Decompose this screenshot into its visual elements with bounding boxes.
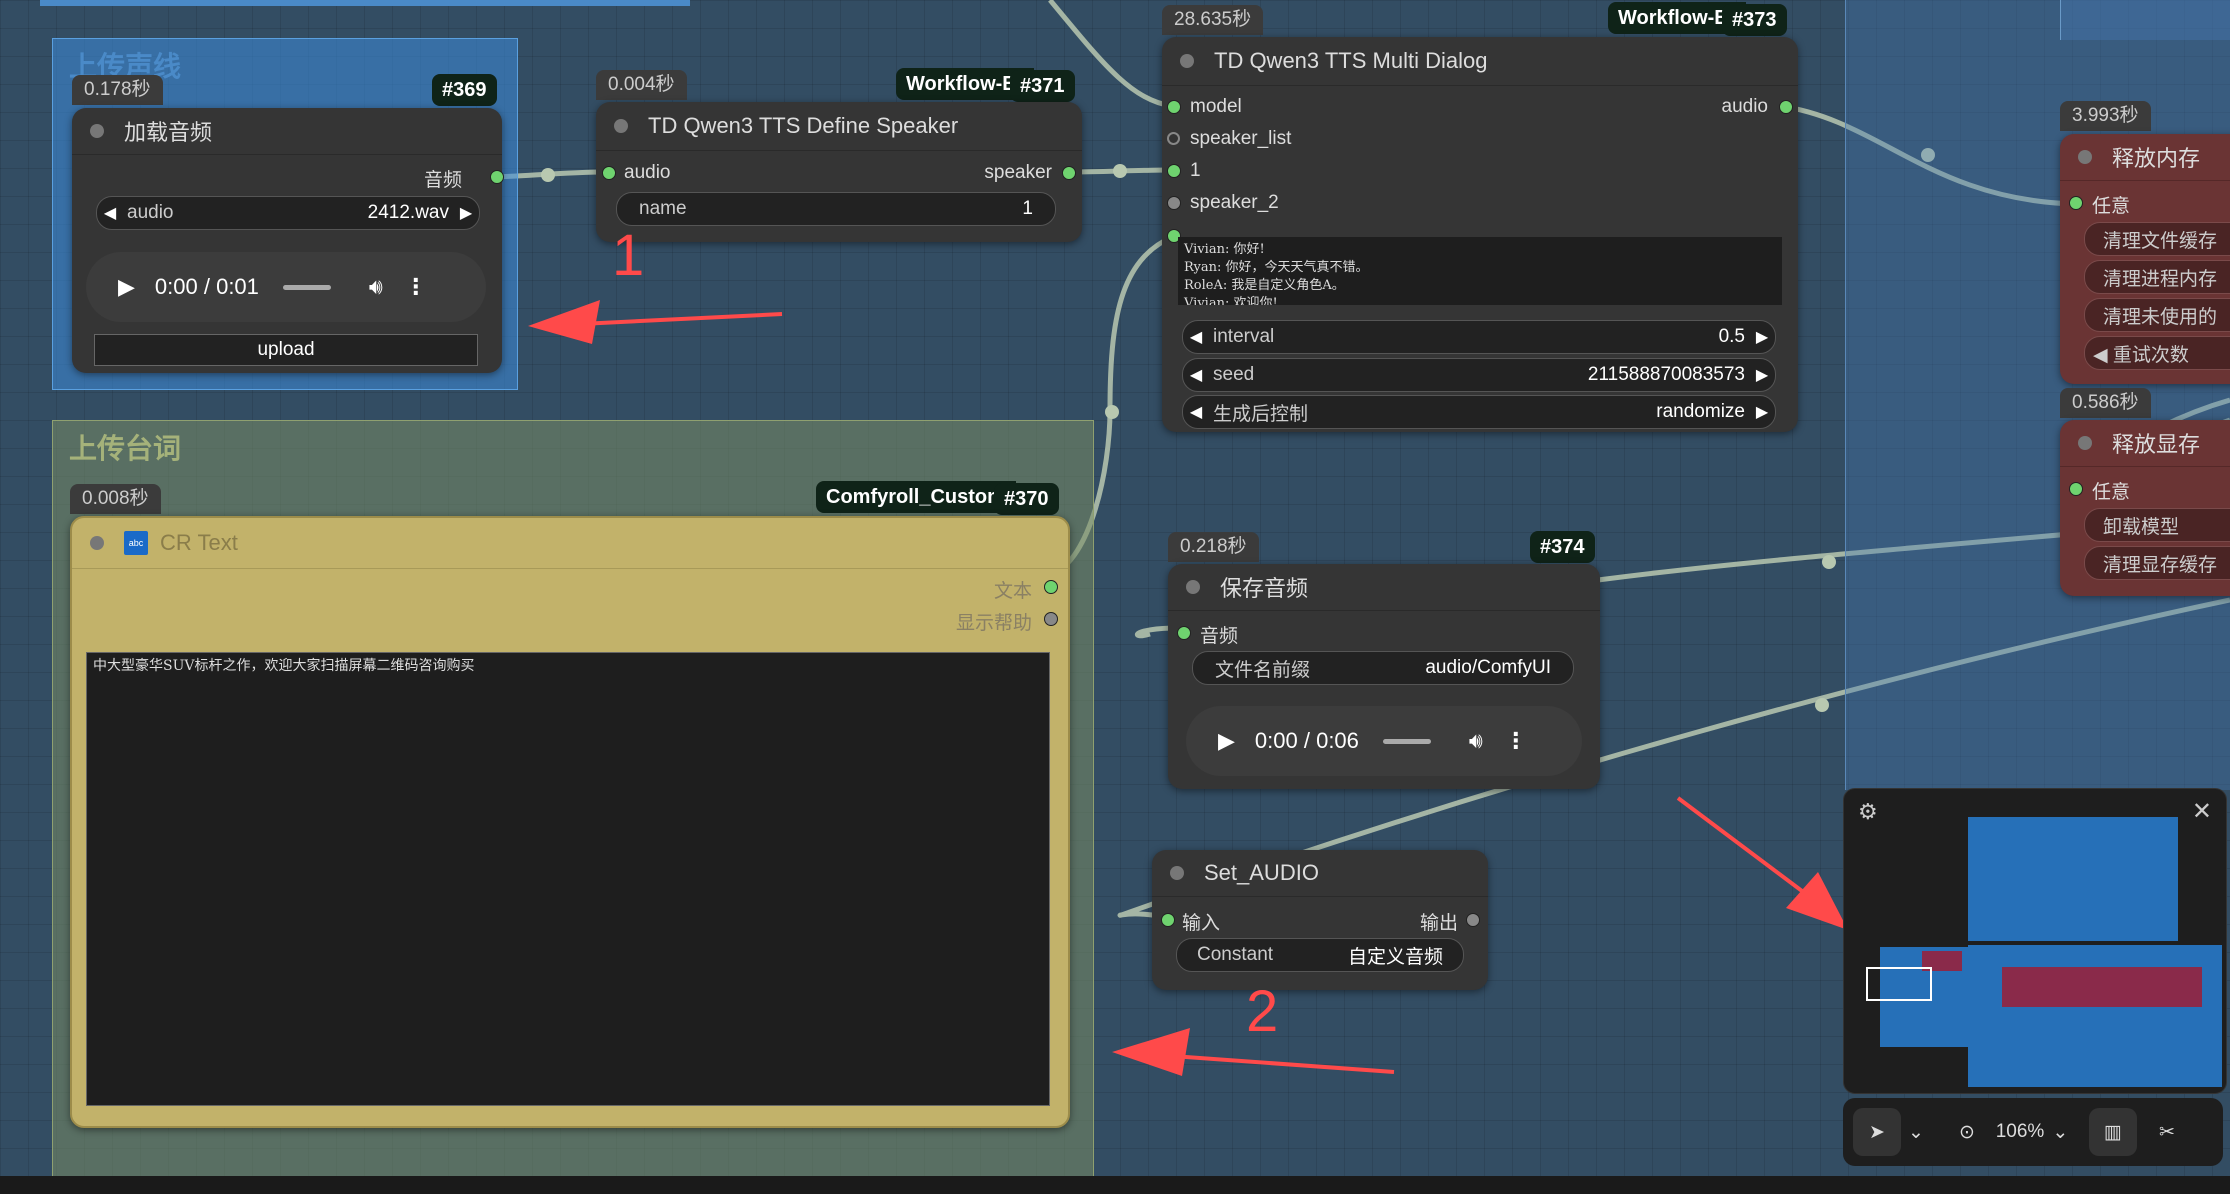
pointer-icon[interactable]: ➤ — [1853, 1108, 1901, 1156]
bottom-status-bar — [0, 1176, 2230, 1194]
zoom-value: 106% — [1995, 1121, 2045, 1142]
minimap-viewport[interactable] — [1866, 967, 1932, 1001]
zoom-level[interactable]: 106% ⌄ — [1987, 1108, 2077, 1156]
focus-icon[interactable]: ⊙ — [1947, 1108, 1987, 1156]
minimap-block — [1968, 817, 2178, 941]
minimap-content — [1862, 817, 2222, 1087]
minimap-block — [2002, 967, 2202, 1007]
annotation-label-1: 1 — [612, 223, 645, 288]
chevron-down-icon: ⌄ — [2052, 1121, 2069, 1143]
canvas-toolbar: ➤ ⌄ ⊙ 106% ⌄ ▥ ✂ — [1843, 1098, 2223, 1166]
graph-canvas[interactable]: 上传声线 上传台词 0.178秒 #369 加载音频 音频 ◀ audio 24… — [0, 0, 2230, 1194]
map-icon[interactable]: ▥ — [2089, 1108, 2137, 1156]
chevron-down-icon[interactable]: ⌄ — [1901, 1108, 1931, 1156]
annotation-label-2: 2 — [1246, 979, 1279, 1044]
link-off-icon[interactable]: ✂ — [2143, 1108, 2191, 1156]
minimap-panel[interactable]: ⚙ ✕ — [1843, 788, 2227, 1094]
